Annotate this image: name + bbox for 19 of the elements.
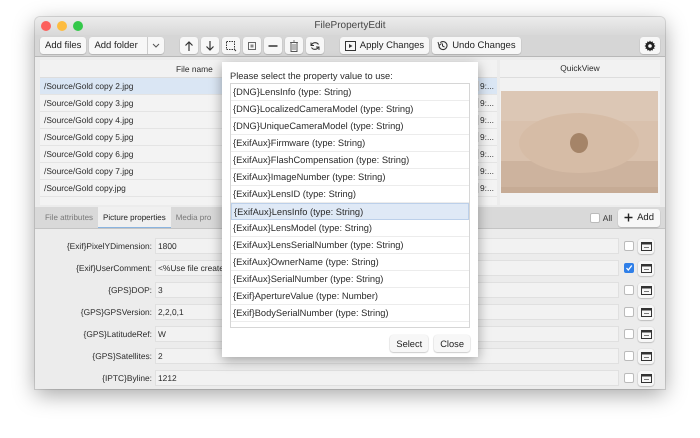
file-name: /Source/Gold copy 5.jpg <box>43 132 134 142</box>
checkbox-label: All <box>602 212 612 222</box>
property-label: {GPS}LatitudeRef: <box>82 329 153 339</box>
file-name: /Source/Gold copy 6.jpg <box>43 149 134 160</box>
file-name: /Source/Gold copy.jpg <box>43 183 126 194</box>
property-label: {GPS}Satellites: <box>91 351 153 361</box>
quickview-title: QuickView <box>500 60 660 78</box>
window-title: FilePropertyEdit <box>314 20 386 32</box>
dialog-prompt: Please select the property value to use: <box>230 70 394 83</box>
button-label: Add folder <box>93 40 139 52</box>
property-label: {Exif}UserComment: <box>75 263 153 273</box>
file-name: /Source/Gold copy 3.jpg <box>43 98 134 108</box>
property-label: {GPS}DOP: <box>107 285 153 295</box>
file-name: /Source/Gold copy 2.jpg <box>43 81 134 92</box>
property-label: {Exif}PixelYDimension: <box>66 241 153 251</box>
file-name: /Source/Gold copy 4.jpg <box>43 115 134 126</box>
property-label: {GPS}GPSVersion: <box>80 307 153 317</box>
property-label: {IPTC}Byline: <box>101 373 153 383</box>
file-name: /Source/Gold copy 7.jpg <box>43 166 134 176</box>
